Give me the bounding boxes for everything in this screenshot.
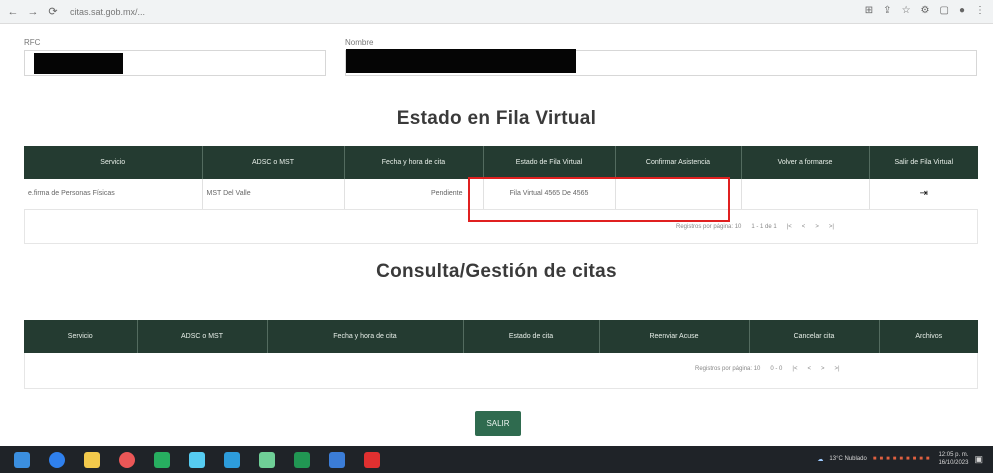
tray-icons[interactable]: ■■■■■■■■■ [873, 456, 933, 462]
citas-paginator: Registros por página: 10 0 - 0 |< < > >| [695, 366, 840, 372]
header-adsc: ADSC o MST [137, 320, 268, 353]
salir-button[interactable]: SALIR [475, 411, 521, 436]
notifications-icon[interactable]: ▣ [974, 454, 983, 465]
back-icon[interactable]: ← [6, 6, 20, 18]
header-archivos: Archivos [879, 320, 978, 353]
windows-taskbar: ☁ 13°C Nublado ■■■■■■■■■ 12:05 p. m. 16/… [0, 446, 993, 473]
edge-icon[interactable] [224, 451, 240, 468]
menu-icon[interactable]: ⋮ [975, 5, 985, 16]
first-page-button[interactable]: |< [787, 224, 792, 230]
header-estado-cita: Estado de cita [463, 320, 600, 353]
fila-virtual-title: Estado en Fila Virtual [396, 108, 597, 129]
cell-fecha: Pendiente [344, 179, 484, 210]
header-confirmar: Confirmar Asistencia [615, 146, 742, 179]
last-page-button[interactable]: >| [829, 224, 834, 230]
system-tray: ☁ 13°C Nublado ■■■■■■■■■ 12:05 p. m. 16/… [817, 451, 983, 467]
header-fecha: Fecha y hora de cita [344, 146, 484, 179]
sidebar-icon[interactable]: ▢ [940, 5, 949, 16]
range-label: 0 - 0 [770, 366, 783, 372]
reload-icon[interactable]: ⟳ [46, 5, 60, 18]
file-explorer-icon[interactable] [84, 451, 100, 468]
header-adsc: ADSC o MST [202, 146, 345, 179]
cell-salir-fila[interactable]: ⇥ [869, 179, 978, 210]
start-icon[interactable] [14, 451, 30, 468]
header-servicio: Servicio [24, 320, 138, 353]
translate-icon[interactable]: ⊞ [865, 5, 873, 16]
pdf-icon[interactable] [364, 451, 380, 468]
profile-icon[interactable]: ● [959, 5, 965, 16]
header-volver: Volver a formarse [741, 146, 870, 179]
last-page-button[interactable]: >| [834, 366, 839, 372]
fila-paginator: Registros por página: 10 1 - 1 de 1 |< <… [676, 224, 834, 230]
weather-text[interactable]: 13°C Nublado [829, 456, 866, 462]
header-salir-fila: Salir de Fila Virtual [869, 146, 978, 179]
highlight-box [468, 177, 730, 222]
extensions-icon[interactable]: ⚙ [921, 5, 930, 16]
search-icon[interactable] [49, 451, 65, 468]
cell-adsc: MST Del Valle [202, 179, 345, 210]
clock[interactable]: 12:05 p. m. 16/10/2023 [938, 451, 968, 467]
star-icon[interactable]: ☆ [902, 5, 911, 16]
address-bar[interactable]: citas.sat.gob.mx/... [70, 7, 145, 17]
app-icon[interactable] [294, 451, 310, 468]
rfc-label: RFC [24, 38, 41, 47]
header-servicio: Servicio [24, 146, 203, 179]
first-page-button[interactable]: |< [792, 366, 797, 372]
prev-page-button[interactable]: < [807, 366, 811, 372]
redacted-rfc [34, 53, 123, 74]
header-estado-fila: Estado de Fila Virtual [483, 146, 616, 179]
fila-header-row: Servicio ADSC o MST Fecha y hora de cita… [24, 146, 978, 179]
cell-servicio: e.firma de Personas Físicas [24, 179, 203, 210]
header-reenviar: Reenviar Acuse [599, 320, 750, 353]
next-page-button[interactable]: > [821, 366, 825, 372]
browser-toolbar: ← → ⟳ citas.sat.gob.mx/... ⊞ ⇪ ☆ ⚙ ▢ ● ⋮ [0, 0, 993, 24]
cell-volver[interactable] [741, 179, 870, 210]
forward-icon[interactable]: → [26, 6, 40, 18]
app-icon[interactable] [189, 451, 205, 468]
weather-icon: ☁ [817, 456, 824, 463]
share-icon[interactable]: ⇪ [883, 5, 891, 16]
items-per-page[interactable]: Registros por página: 10 [676, 224, 741, 230]
browser-extension-icons: ⊞ ⇪ ☆ ⚙ ▢ ● ⋮ [865, 5, 985, 16]
citas-table: Servicio ADSC o MST Fecha y hora de cita… [24, 320, 978, 353]
prev-page-button[interactable]: < [802, 224, 806, 230]
app-icon[interactable] [259, 451, 275, 468]
citas-header-row: Servicio ADSC o MST Fecha y hora de cita… [24, 320, 978, 353]
app-icon[interactable] [329, 451, 345, 468]
header-fecha: Fecha y hora de cita [267, 320, 464, 353]
nombre-label: Nombre [345, 38, 374, 47]
header-cancelar: Cancelar cita [749, 320, 880, 353]
redacted-nombre [346, 49, 576, 73]
next-page-button[interactable]: > [815, 224, 819, 230]
gestion-citas-title: Consulta/Gestión de citas [376, 261, 617, 282]
range-label: 1 - 1 de 1 [751, 224, 777, 230]
browser-icon[interactable] [119, 451, 135, 468]
app-icon[interactable] [154, 451, 170, 468]
time: 12:05 p. m. [938, 452, 969, 458]
items-per-page[interactable]: Registros por página: 10 [695, 366, 760, 372]
exit-icon[interactable]: ⇥ [920, 188, 928, 199]
date: 16/10/2023 [938, 460, 969, 466]
